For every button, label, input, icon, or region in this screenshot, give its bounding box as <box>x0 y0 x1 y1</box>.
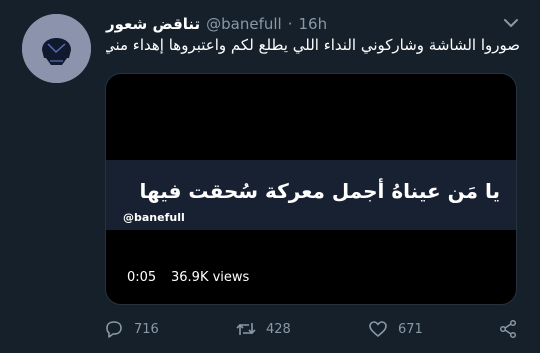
tweet-text: صوروا الشاشة وشاركوني النداء اللي يطلع ل… <box>106 36 520 54</box>
video-caption: يا مَن عيناهُ أجمل معركة سُحقت فيها <box>139 179 500 203</box>
avatar-image <box>22 14 91 83</box>
like-count: 671 <box>398 321 423 337</box>
like-button[interactable]: 671 <box>368 318 423 340</box>
share-icon <box>499 319 517 339</box>
video-views: 36.9K views <box>171 270 250 285</box>
avatar[interactable] <box>22 14 91 83</box>
reply-icon <box>106 321 122 338</box>
video-duration: 0:05 <box>127 270 157 285</box>
retweet-icon <box>236 323 256 335</box>
reply-button[interactable]: 716 <box>104 318 159 340</box>
video-watermark: @banefull <box>123 211 185 224</box>
share-button[interactable] <box>498 318 518 340</box>
retweet-button[interactable]: 428 <box>236 318 291 340</box>
separator-dot: · <box>287 15 293 33</box>
heart-icon <box>369 321 387 337</box>
timestamp[interactable]: 16h <box>299 15 328 33</box>
tweet-header: تناقض شعور @banefull · 16h <box>106 14 327 34</box>
chevron-down-icon[interactable] <box>503 17 519 29</box>
handle[interactable]: @banefull <box>206 15 282 33</box>
video-player[interactable]: يا مَن عيناهُ أجمل معركة سُحقت فيها @ban… <box>105 73 517 305</box>
reply-count: 716 <box>134 321 159 337</box>
display-name[interactable]: تناقض شعور <box>106 15 200 33</box>
retweet-count: 428 <box>266 321 291 337</box>
tweet[interactable]: تناقض شعور @banefull · 16h صوروا الشاشة … <box>0 0 540 353</box>
